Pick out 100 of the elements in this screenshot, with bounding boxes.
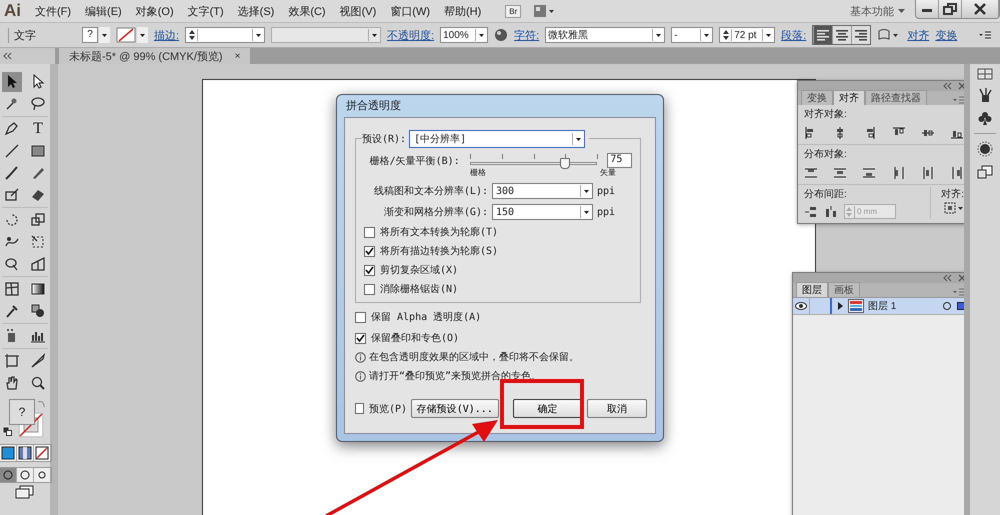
type-tool[interactable]: T bbox=[28, 119, 48, 139]
checkbox[interactable] bbox=[364, 284, 375, 294]
distribute-bottom-icon[interactable] bbox=[862, 166, 876, 180]
document-tab[interactable]: 未标题-5* @ 99% (CMYK/预览) × bbox=[59, 48, 250, 64]
swatch-grid-icon[interactable] bbox=[977, 68, 993, 80]
workspace-switcher[interactable]: 基本功能 bbox=[850, 4, 894, 18]
menu-item[interactable]: 帮助(H) bbox=[444, 4, 482, 18]
section-label: 对齐对象: bbox=[804, 108, 848, 121]
panel-tab[interactable]: 路径查找器 bbox=[865, 90, 927, 105]
club-icon[interactable] bbox=[977, 110, 993, 126]
checkbox[interactable] bbox=[364, 264, 375, 276]
align-text-icon[interactable] bbox=[832, 26, 852, 44]
panel-tab[interactable]: 画板 bbox=[828, 282, 860, 297]
align-text-icon[interactable] bbox=[813, 26, 832, 44]
stroke-swatch-icon[interactable] bbox=[116, 27, 136, 43]
distribute-center-icon[interactable] bbox=[920, 166, 935, 180]
menu-item[interactable]: 文件(F) bbox=[35, 4, 72, 18]
screen-mode-icon[interactable] bbox=[15, 485, 35, 499]
checkbox[interactable] bbox=[355, 332, 366, 344]
checkbox-label[interactable]: 预览(P) bbox=[368, 402, 407, 416]
font-style-field[interactable]: - bbox=[671, 27, 714, 43]
artboard-icon[interactable] bbox=[2, 351, 22, 371]
collapse-icon[interactable] bbox=[943, 82, 953, 90]
panel-menu-icon[interactable] bbox=[952, 287, 964, 297]
brush-cup-icon[interactable] bbox=[977, 87, 993, 103]
selection-label: 文字 bbox=[8, 28, 36, 42]
fill-color-box[interactable]: ? bbox=[9, 399, 35, 425]
app-logo: Ai bbox=[4, 1, 21, 21]
close-tab-button[interactable]: × bbox=[234, 50, 240, 62]
checkbox-label[interactable]: 消除栅格锯齿(N) bbox=[380, 282, 458, 296]
distribute-middle-icon[interactable] bbox=[833, 166, 848, 180]
panel-menu-icon[interactable] bbox=[978, 29, 992, 41]
checkbox[interactable] bbox=[364, 246, 375, 256]
collapse-icon[interactable] bbox=[943, 274, 953, 282]
panel-tab[interactable]: 图层 bbox=[796, 282, 828, 297]
menu-item[interactable]: 编辑(E) bbox=[85, 4, 122, 18]
info-icon bbox=[355, 370, 366, 382]
character-link[interactable]: 字符: bbox=[514, 28, 540, 42]
panel-tab[interactable]: 对齐 bbox=[833, 90, 865, 105]
checkbox-label[interactable]: 剪切复杂区域(X) bbox=[380, 263, 458, 277]
gradient-resolution-field[interactable]: 150 bbox=[492, 204, 593, 220]
distribute-top-icon[interactable] bbox=[804, 166, 818, 180]
checkbox[interactable] bbox=[364, 226, 375, 238]
checkbox[interactable] bbox=[355, 403, 364, 414]
cancel-button[interactable]: 取消 bbox=[586, 399, 647, 418]
vertical-spacing-icon[interactable] bbox=[804, 204, 818, 218]
opacity-link[interactable]: 不透明度: bbox=[387, 28, 434, 42]
gradient-mode-icon[interactable] bbox=[16, 445, 34, 461]
menu-item[interactable]: 效果(C) bbox=[288, 4, 326, 18]
horizontal-spacing-icon[interactable] bbox=[824, 204, 838, 218]
default-colors-icon[interactable] bbox=[3, 427, 12, 436]
preset-dropdown[interactable]: [中分辨率] bbox=[409, 130, 586, 148]
dropdown-arrow-icon[interactable] bbox=[580, 185, 592, 197]
align-text-icon[interactable] bbox=[851, 26, 870, 44]
panel-menu-icon[interactable] bbox=[952, 95, 964, 105]
distribute-right-icon[interactable] bbox=[950, 166, 964, 180]
ok-button[interactable]: 确定 bbox=[512, 399, 583, 418]
layer-row[interactable]: 图层 1 bbox=[793, 298, 964, 315]
stroke-link[interactable]: 描边: bbox=[154, 28, 180, 42]
font-size-field[interactable]: 72 pt bbox=[719, 27, 776, 43]
checkbox-label[interactable]: 将所有文本转换为轮廓(T) bbox=[380, 225, 498, 239]
checkbox-label[interactable]: 保留叠印和专色(O) bbox=[371, 331, 460, 345]
save-preset-button[interactable]: 存储预设(V)... bbox=[411, 399, 499, 418]
menu-item[interactable]: 视图(V) bbox=[340, 4, 376, 18]
fill-swatch[interactable]: ? bbox=[82, 27, 98, 43]
opacity-field[interactable]: 100% bbox=[440, 27, 488, 43]
arrange-documents-icon[interactable] bbox=[533, 4, 556, 18]
align-to-selection-icon[interactable] bbox=[944, 201, 964, 215]
dropdown-arrow-icon[interactable] bbox=[580, 206, 592, 218]
draw-normal-icon[interactable] bbox=[0, 468, 16, 482]
balance-slider-thumb[interactable] bbox=[560, 158, 570, 168]
sun-icon[interactable] bbox=[977, 141, 993, 157]
balance-value-field[interactable]: 75 bbox=[607, 153, 632, 168]
menu-item[interactable]: 文字(T) bbox=[188, 4, 224, 18]
checkbox[interactable] bbox=[355, 312, 366, 322]
align-link[interactable]: 对齐 bbox=[907, 28, 930, 42]
transform-link[interactable]: 变换 bbox=[935, 28, 958, 42]
menu-item[interactable]: 选择(S) bbox=[238, 4, 274, 18]
spinner-arrows-icon[interactable] bbox=[722, 29, 732, 41]
bridge-button[interactable]: Br bbox=[505, 4, 522, 18]
checkbox-label[interactable]: 将所有描边转换为轮廓(S) bbox=[380, 244, 498, 258]
distribute-left-icon[interactable] bbox=[892, 166, 906, 180]
layers-stack-icon[interactable] bbox=[977, 164, 993, 180]
raster-resolution-field[interactable]: 300 bbox=[492, 183, 593, 199]
globe-icon[interactable] bbox=[494, 28, 508, 42]
checkbox-label[interactable]: 保留 Alpha 透明度(A) bbox=[371, 310, 482, 324]
eye-icon[interactable] bbox=[795, 302, 807, 310]
paragraph-link[interactable]: 段落: bbox=[781, 28, 806, 42]
menu-item[interactable]: 窗口(W) bbox=[390, 4, 430, 18]
none-mode-icon[interactable] bbox=[34, 445, 50, 461]
collapse-icon[interactable] bbox=[3, 52, 13, 60]
font-field[interactable]: 微软雅黑 bbox=[545, 27, 666, 43]
spinner-arrows-icon[interactable] bbox=[188, 29, 198, 41]
stroke-weight-field[interactable] bbox=[185, 27, 266, 43]
balance-slider-track[interactable] bbox=[470, 154, 598, 168]
target-circle-icon[interactable] bbox=[942, 301, 952, 311]
color-mode-icon[interactable] bbox=[0, 445, 16, 461]
panel-tab[interactable]: 变换 bbox=[801, 90, 833, 105]
menu-item[interactable]: 对象(O) bbox=[136, 4, 174, 18]
expand-triangle-icon[interactable] bbox=[836, 302, 844, 310]
